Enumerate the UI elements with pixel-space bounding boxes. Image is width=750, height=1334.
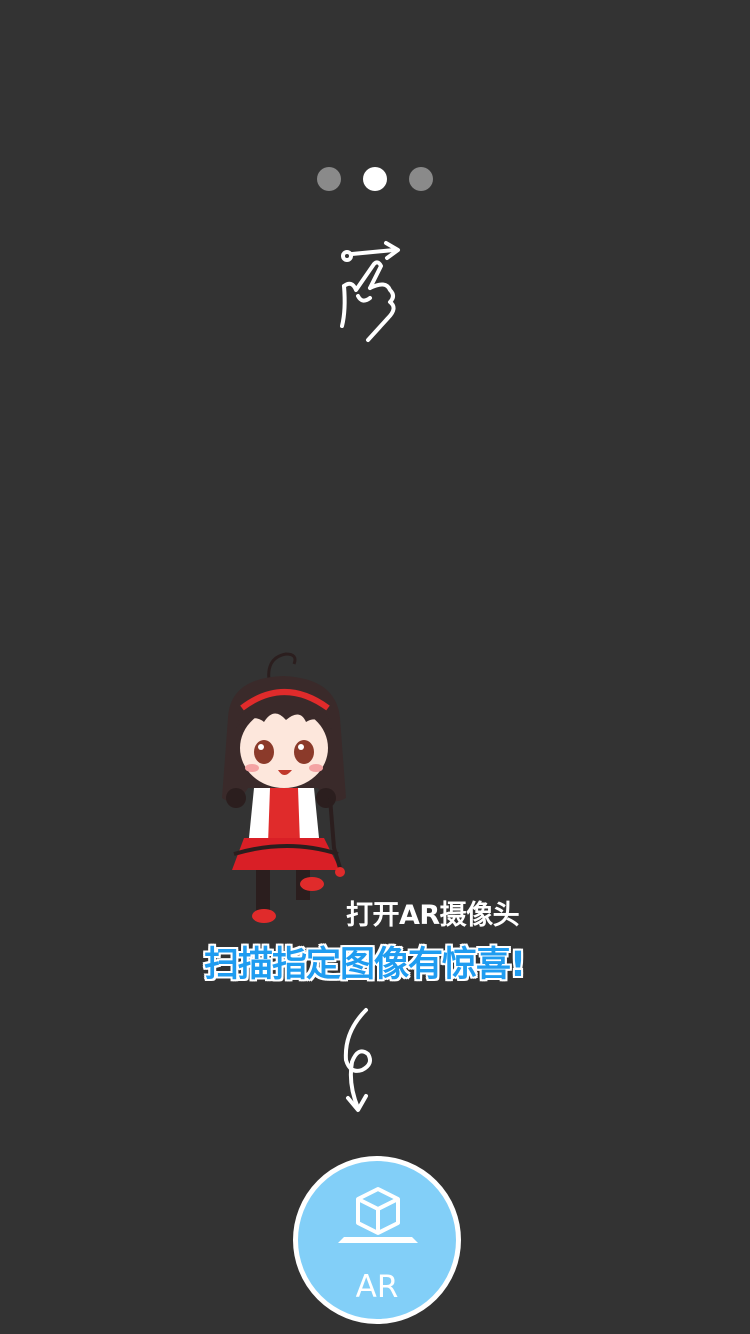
curly-arrow-down-icon (343, 1008, 372, 1112)
page-dot-1[interactable] (317, 167, 341, 191)
prompt-line-scan-image: 扫描指定图像有惊喜! (204, 945, 526, 985)
ar-button-label: AR (355, 1269, 399, 1305)
prompt-line-open-ar-camera: 打开AR摄像头 (346, 900, 520, 931)
ar-camera-button[interactable]: AR (293, 1156, 461, 1324)
page-dot-2-active[interactable] (363, 167, 387, 191)
swipe-gesture-icon (340, 241, 400, 342)
mascot-illustration (222, 652, 346, 923)
page-indicator (0, 167, 750, 193)
ar-cube-icon (338, 1187, 418, 1243)
page-dot-3[interactable] (409, 167, 433, 191)
